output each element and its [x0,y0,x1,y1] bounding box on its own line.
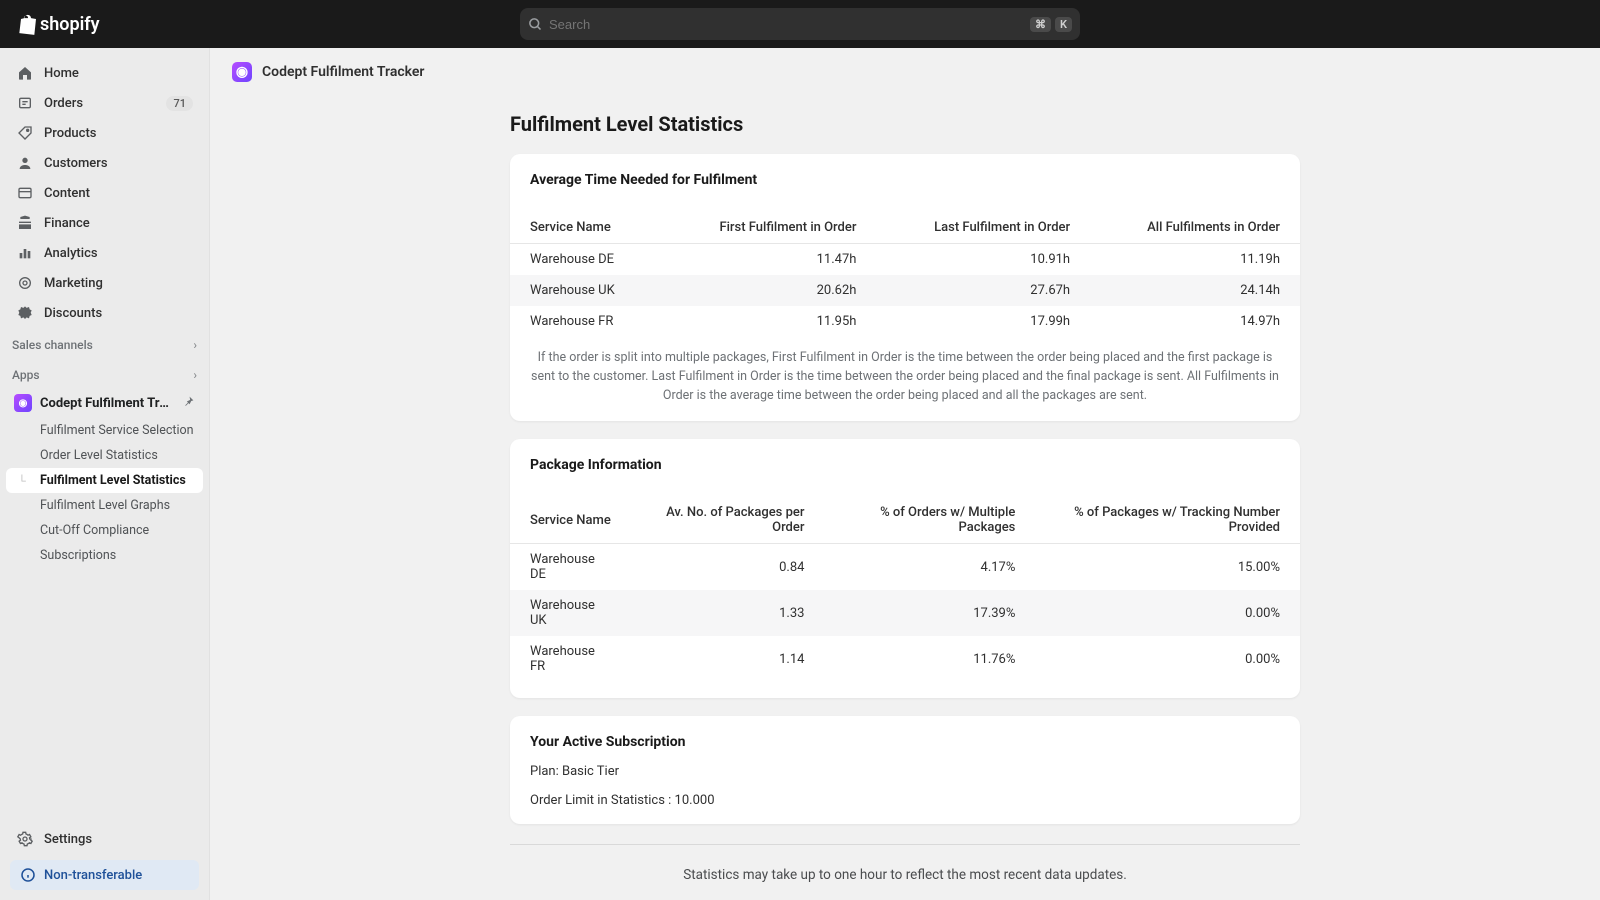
sidebar-subitem-subscriptions[interactable]: Subscriptions [6,543,203,568]
chevron-right-icon: › [193,368,197,382]
sidebar-item-label: Products [44,126,96,141]
col-last: Last Fulfilment in Order [876,212,1090,244]
col-all: All Fulfilments in Order [1090,212,1300,244]
sidebar-section-apps[interactable]: Apps › [0,358,209,388]
col-service: Service Name [510,212,661,244]
sidebar-subitem-fulfilment-stats[interactable]: └Fulfilment Level Statistics [6,468,203,493]
sidebar-item-analytics[interactable]: Analytics [8,238,201,268]
table-row: Warehouse DE11.47h10.91h11.19h [510,244,1300,276]
table-row: Warehouse FR11.95h17.99h14.97h [510,306,1300,337]
page-header: ◉ Codept Fulfilment Tracker [210,48,1600,96]
sidebar-item-label: Home [44,66,79,81]
search-wrap: ⌘ K [520,8,1080,40]
info-icon [20,867,36,883]
card-title: Your Active Subscription [510,734,1300,764]
card-subscription: Your Active Subscription Plan: Basic Tie… [510,716,1300,824]
sidebar-item-discounts[interactable]: Discounts [8,298,201,328]
page-title: Fulfilment Level Statistics [510,112,1300,136]
customers-icon [16,154,34,172]
sidebar-item-products[interactable]: Products [8,118,201,148]
search-icon [528,17,543,32]
kbd-k: K [1055,17,1072,32]
sidebar-item-home[interactable]: Home [8,58,201,88]
notice-text: Non-transferable [44,868,142,883]
card-title: Average Time Needed for Fulfilment [510,172,1300,212]
sidebar-item-label: Discounts [44,306,102,321]
table-row: Warehouse FR1.1411.76%0.00% [510,636,1300,682]
analytics-icon [16,244,34,262]
sidebar-subitem-service-selection[interactable]: Fulfilment Service Selection [6,418,203,443]
marketing-icon [16,274,34,292]
card-foot-text: If the order is split into multiple pack… [510,337,1300,405]
card-package-info: Package Information Service Name Av. No.… [510,439,1300,698]
codept-app-icon: ◉ [232,62,252,82]
shopify-bag-icon [16,13,36,35]
section-label: Sales channels [12,338,93,352]
table-row: Warehouse UK20.62h27.67h24.14h [510,275,1300,306]
search-input[interactable]: ⌘ K [520,8,1080,40]
sidebar-item-label: Finance [44,216,90,231]
col-service: Service Name [510,497,631,544]
sidebar-item-label: Analytics [44,246,98,261]
section-label: Apps [12,368,40,382]
tree-arrow-icon: └ [18,474,26,487]
card-avg-time: Average Time Needed for Fulfilment Servi… [510,154,1300,421]
sidebar-item-content[interactable]: Content [8,178,201,208]
table-row: Warehouse DE0.844.17%15.00% [510,544,1300,591]
card-title: Package Information [510,457,1300,497]
orders-badge: 71 [166,96,193,111]
sidebar: Home Orders 71 Products Customers Conten… [0,48,210,900]
sidebar-item-orders[interactable]: Orders 71 [8,88,201,118]
sidebar-item-label: Settings [44,832,92,847]
chevron-right-icon: › [193,338,197,352]
sidebar-item-customers[interactable]: Customers [8,148,201,178]
subscription-limit: Order Limit in Statistics : 10.000 [510,793,1300,808]
products-icon [16,124,34,142]
col-track: % of Packages w/ Tracking Number Provide… [1035,497,1300,544]
footer-disclaimer-1: Statistics may take up to one hour to re… [510,867,1300,883]
content-icon [16,184,34,202]
sidebar-app-codept[interactable]: ◉ Codept Fulfilment Tra... [6,388,203,418]
pin-icon[interactable] [182,395,195,412]
sidebar-item-label: Content [44,186,90,201]
sidebar-subitem-fulfilment-graphs[interactable]: Fulfilment Level Graphs [6,493,203,518]
sidebar-notice[interactable]: Non-transferable [10,860,199,890]
discounts-icon [16,304,34,322]
sidebar-item-label: Customers [44,156,108,171]
main-content: ◉ Codept Fulfilment Tracker Fulfilment L… [210,48,1600,900]
col-mult: % of Orders w/ Multiple Packages [824,497,1035,544]
sidebar-section-sales-channels[interactable]: Sales channels › [0,328,209,358]
sidebar-item-label: Orders [44,96,83,111]
sidebar-item-label: Marketing [44,276,103,291]
home-icon [16,64,34,82]
search-field[interactable] [549,17,1030,32]
codept-app-icon: ◉ [14,394,32,412]
brand-logo[interactable]: shopify [16,13,100,35]
avg-time-table: Service Name First Fulfilment in Order L… [510,212,1300,337]
topbar: shopify ⌘ K [0,0,1600,48]
sidebar-item-finance[interactable]: Finance [8,208,201,238]
orders-icon [16,94,34,112]
app-title: Codept Fulfilment Tracker [262,64,424,80]
sidebar-subitem-order-stats[interactable]: Order Level Statistics [6,443,203,468]
col-avg: Av. No. of Packages per Order [631,497,824,544]
gear-icon [16,830,34,848]
app-name: Codept Fulfilment Tra... [40,396,174,411]
divider [510,844,1300,845]
finance-icon [16,214,34,232]
kbd-cmd: ⌘ [1030,17,1051,32]
package-info-table: Service Name Av. No. of Packages per Ord… [510,497,1300,682]
sidebar-subitem-cutoff[interactable]: Cut-Off Compliance [6,518,203,543]
search-kbd: ⌘ K [1030,17,1072,32]
brand-text: shopify [40,14,100,35]
col-first: First Fulfilment in Order [661,212,876,244]
table-row: Warehouse UK1.3317.39%0.00% [510,590,1300,636]
sidebar-item-marketing[interactable]: Marketing [8,268,201,298]
sidebar-item-settings[interactable]: Settings [8,824,201,854]
subscription-plan: Plan: Basic Tier [510,764,1300,779]
